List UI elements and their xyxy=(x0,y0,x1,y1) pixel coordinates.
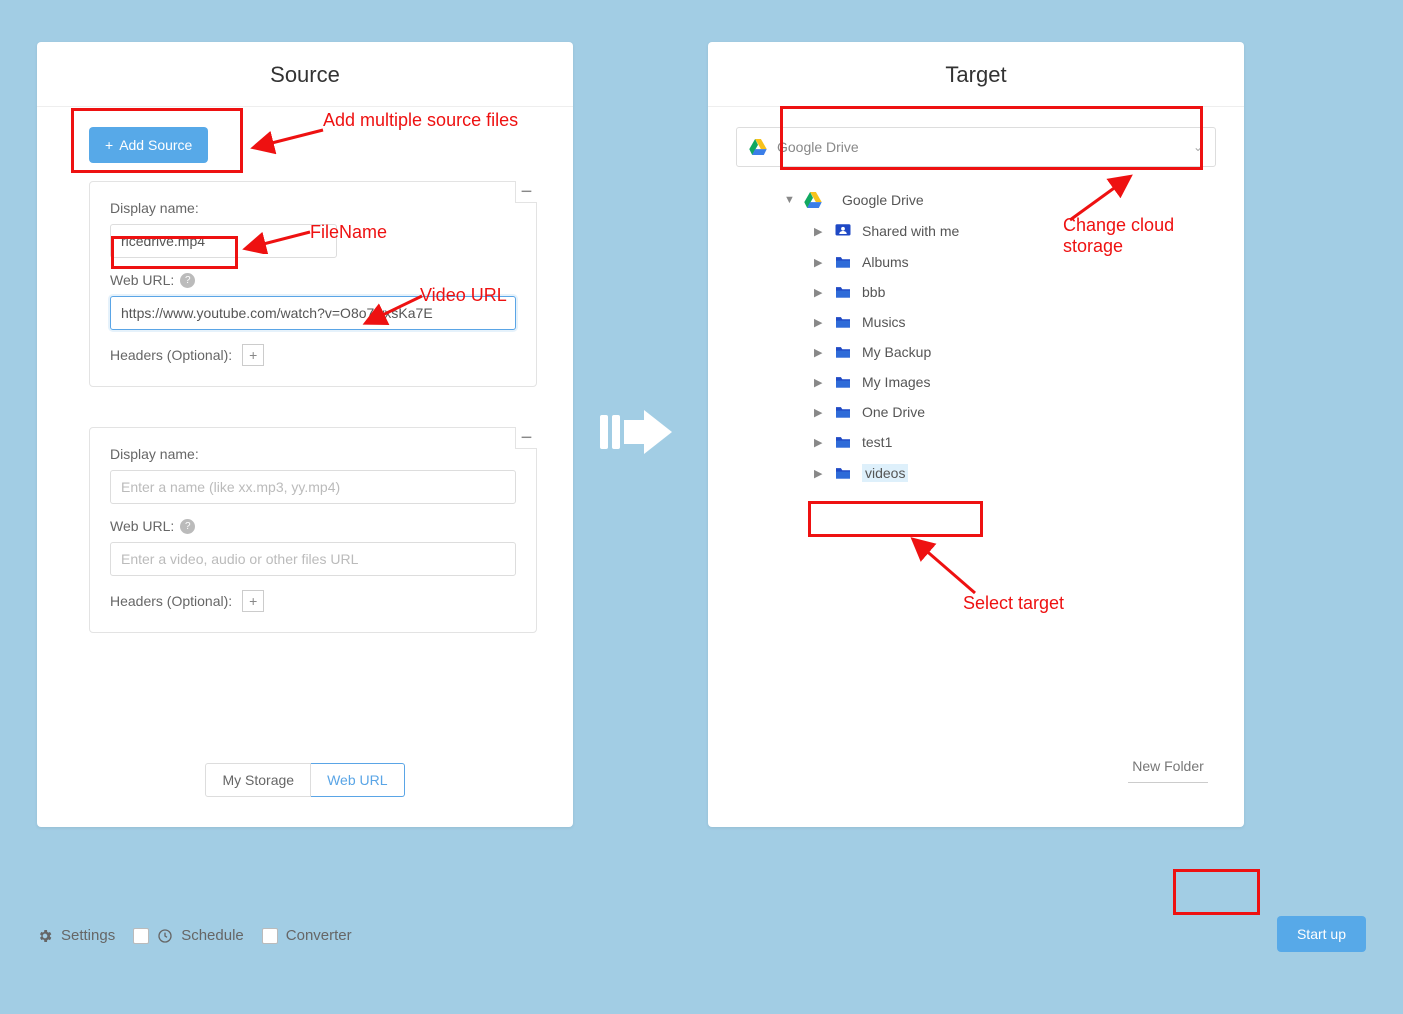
help-icon[interactable]: ? xyxy=(180,519,195,534)
chevron-down-icon: ⌄ xyxy=(1193,140,1203,154)
source-card: − Display name: Web URL: ? Headers (Opti… xyxy=(89,427,537,633)
tab-my-storage[interactable]: My Storage xyxy=(205,763,311,797)
headers-row: Headers (Optional): + xyxy=(110,344,516,366)
tree-folder[interactable]: ▶ Shared with me xyxy=(814,215,1244,247)
display-name-input[interactable] xyxy=(110,224,337,258)
clock-icon xyxy=(157,928,173,944)
source-card: − Display name: Web URL: ? Headers (Opti… xyxy=(89,181,537,387)
folder-icon xyxy=(834,435,852,449)
start-up-button[interactable]: Start up xyxy=(1277,916,1366,952)
web-url-input[interactable] xyxy=(110,296,516,330)
checkbox-icon xyxy=(133,928,149,944)
web-url-label: Web URL: ? xyxy=(110,272,516,288)
display-name-label: Display name: xyxy=(110,446,516,462)
folder-tree: ▼ Google Drive ▶ Shared with me ▶ Albums ▶ bb… xyxy=(784,185,1244,489)
storage-select-label: Google Drive xyxy=(777,139,859,155)
caret-right-icon: ▶ xyxy=(814,225,824,238)
source-panel: Source + Add Source − Display name: Web … xyxy=(37,42,573,827)
folder-name: bbb xyxy=(862,284,885,300)
schedule-toggle[interactable]: Schedule xyxy=(133,927,244,944)
folder-name: One Drive xyxy=(862,404,925,420)
tree-folder[interactable]: ▶ videos xyxy=(814,457,1244,489)
folder-icon xyxy=(834,345,852,359)
tree-folder[interactable]: ▶ bbb xyxy=(814,277,1244,307)
folder-icon xyxy=(834,466,852,480)
settings-button[interactable]: Settings xyxy=(37,927,115,944)
remove-card-button[interactable]: − xyxy=(515,427,537,449)
gear-icon xyxy=(37,928,53,944)
folder-icon xyxy=(834,285,852,299)
transfer-arrow-icon xyxy=(600,410,672,454)
folder-name: test1 xyxy=(862,434,892,450)
caret-right-icon: ▶ xyxy=(814,346,824,359)
display-name-input[interactable] xyxy=(110,470,516,504)
storage-select[interactable]: Google Drive ⌄ xyxy=(736,127,1216,167)
folder-icon xyxy=(834,315,852,329)
web-url-label: Web URL: ? xyxy=(110,518,516,534)
caret-right-icon: ▶ xyxy=(814,316,824,329)
target-panel: Target Google Drive ⌄ ▼ Google Drive ▶ Sh… xyxy=(708,42,1244,827)
folder-name: Albums xyxy=(862,254,909,270)
source-title: Source xyxy=(37,42,573,107)
bottom-bar: Settings Schedule Converter xyxy=(37,927,1366,944)
tab-web-url[interactable]: Web URL xyxy=(311,763,404,797)
folder-name: My Backup xyxy=(862,344,931,360)
help-icon[interactable]: ? xyxy=(180,273,195,288)
converter-toggle[interactable]: Converter xyxy=(262,927,352,944)
annotation-box xyxy=(1173,869,1260,915)
caret-right-icon: ▶ xyxy=(814,436,824,449)
folder-icon xyxy=(834,375,852,389)
tree-folder[interactable]: ▶ My Backup xyxy=(814,337,1244,367)
folder-icon xyxy=(834,405,852,419)
tree-root[interactable]: ▼ Google Drive xyxy=(784,185,1244,215)
folder-name: videos xyxy=(862,464,908,482)
folder-name: Musics xyxy=(862,314,906,330)
tree-folder[interactable]: ▶ My Images xyxy=(814,367,1244,397)
plus-icon: + xyxy=(105,137,113,153)
web-url-input[interactable] xyxy=(110,542,516,576)
target-title: Target xyxy=(708,42,1244,107)
new-folder-button[interactable]: New Folder xyxy=(1128,752,1208,783)
tree-folder[interactable]: ▶ Musics xyxy=(814,307,1244,337)
folder-name: My Images xyxy=(862,374,930,390)
caret-right-icon: ▶ xyxy=(814,256,824,269)
folder-icon xyxy=(834,255,852,269)
remove-card-button[interactable]: − xyxy=(515,181,537,203)
add-source-label: Add Source xyxy=(119,137,192,153)
checkbox-icon xyxy=(262,928,278,944)
tree-folder[interactable]: ▶ One Drive xyxy=(814,397,1244,427)
add-header-button[interactable]: + xyxy=(242,590,264,612)
caret-down-icon: ▼ xyxy=(784,194,794,206)
source-tabs: My Storage Web URL xyxy=(37,763,573,797)
display-name-label: Display name: xyxy=(110,200,516,216)
folder-name: Shared with me xyxy=(862,223,959,239)
tree-folder[interactable]: ▶ test1 xyxy=(814,427,1244,457)
add-header-button[interactable]: + xyxy=(242,344,264,366)
tree-folder[interactable]: ▶ Albums xyxy=(814,247,1244,277)
caret-right-icon: ▶ xyxy=(814,286,824,299)
headers-row: Headers (Optional): + xyxy=(110,590,516,612)
add-source-button[interactable]: + Add Source xyxy=(89,127,208,163)
caret-right-icon: ▶ xyxy=(814,467,824,480)
shared-folder-icon xyxy=(834,222,852,240)
caret-right-icon: ▶ xyxy=(814,406,824,419)
caret-right-icon: ▶ xyxy=(814,376,824,389)
google-drive-icon xyxy=(804,192,822,208)
google-drive-icon xyxy=(749,139,767,155)
